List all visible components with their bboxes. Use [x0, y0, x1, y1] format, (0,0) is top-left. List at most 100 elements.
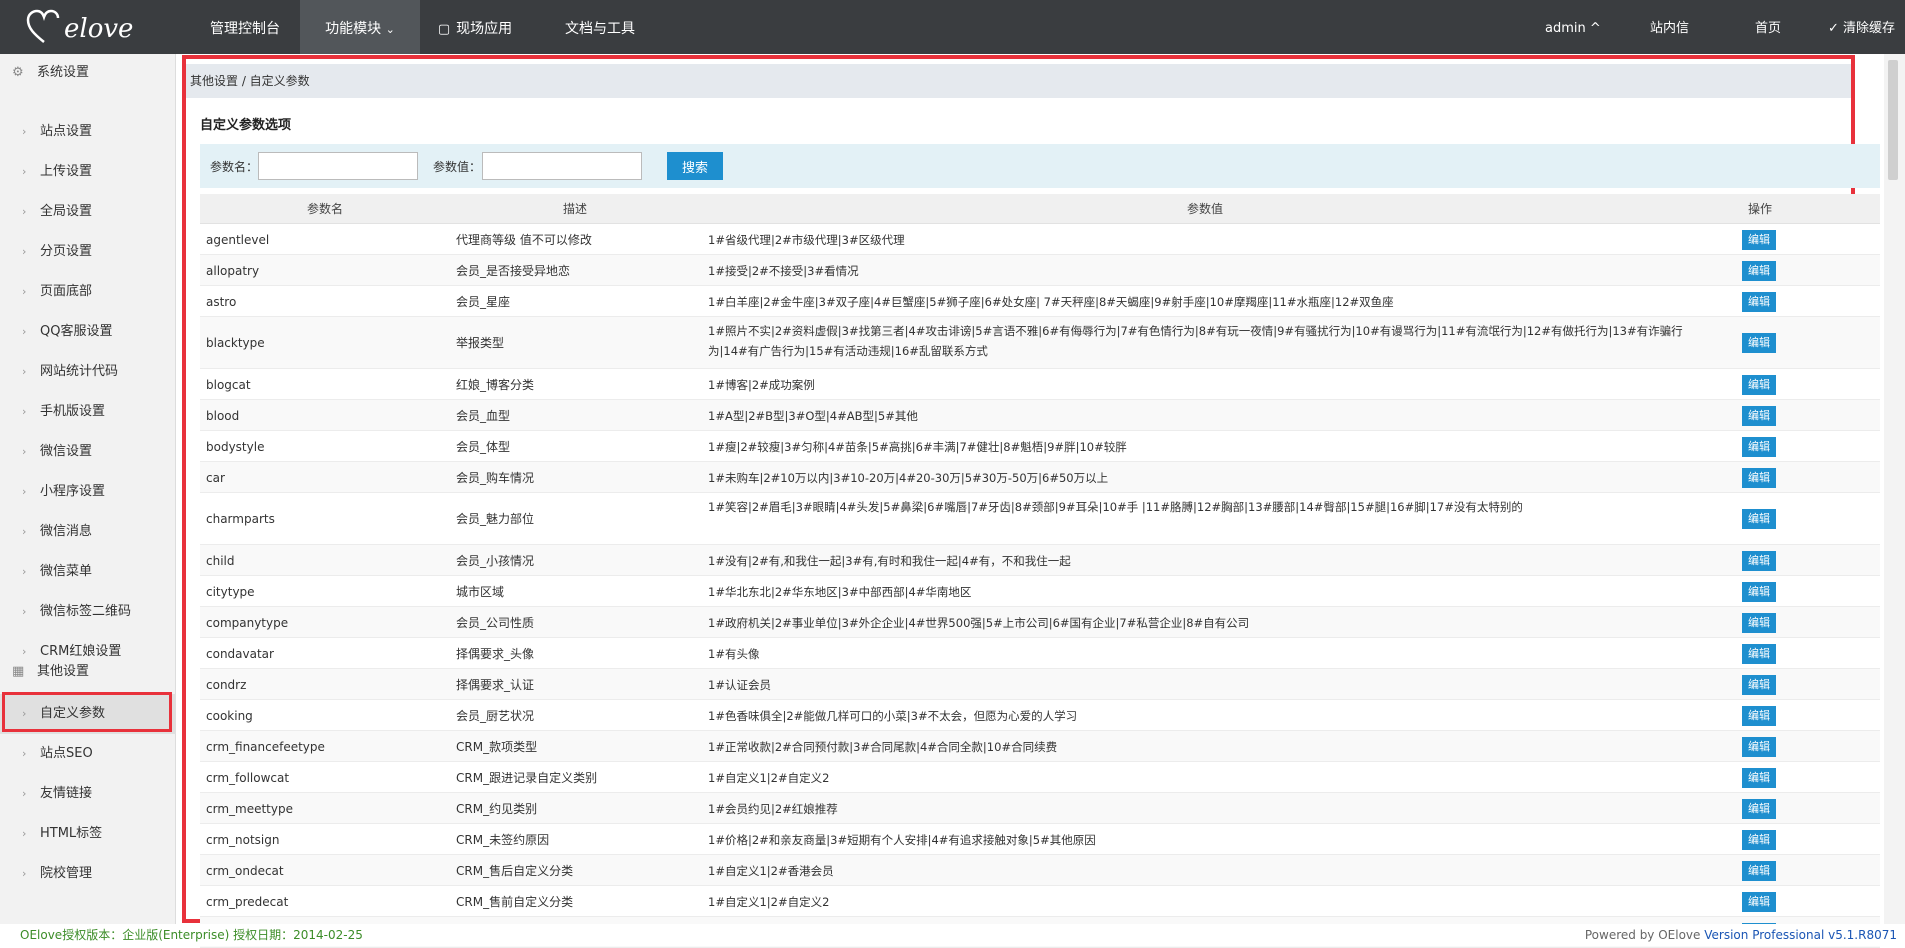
param-value-cell: 1#有头像	[708, 647, 760, 661]
param-name-input[interactable]	[258, 152, 418, 180]
nav-label: 文档与工具	[565, 21, 635, 37]
version-link[interactable]: Version Professional v5.1.R8071	[1704, 928, 1897, 942]
sidebar-item[interactable]: › 友情链接	[0, 774, 176, 814]
edit-button[interactable]: 编辑	[1742, 861, 1776, 881]
box-icon: ▦	[12, 664, 25, 679]
edit-button[interactable]: 编辑	[1742, 437, 1776, 457]
param-desc-cell: 会员_小孩情况	[456, 554, 535, 568]
logo[interactable]: elove	[24, 6, 184, 50]
messages-link[interactable]: 站内信	[1650, 0, 1689, 54]
sidebar-group-label: 其他设置	[37, 664, 90, 679]
gear-icon: ⚙	[12, 65, 24, 80]
edit-button[interactable]: 编辑	[1742, 799, 1776, 819]
sidebar-item[interactable]: › 分页设置	[0, 232, 176, 272]
sidebar-group-system[interactable]: ⚙ 系统设置	[0, 54, 176, 92]
breadcrumb: 其他设置 / 自定义参数	[186, 64, 1851, 98]
edit-button[interactable]: 编辑	[1742, 675, 1776, 695]
sidebar-item[interactable]: › 微信标签二维码	[0, 592, 176, 632]
sidebar-item[interactable]: › 站点设置	[0, 112, 176, 152]
param-name-cell: charmparts	[206, 512, 275, 526]
param-desc-cell: CRM_售前自定义分类	[456, 895, 574, 909]
param-name-cell: bodystyle	[206, 440, 265, 454]
sidebar-item[interactable]: › 网站统计代码	[0, 352, 176, 392]
param-value-cell: 1#省级代理|2#市级代理|3#区级代理	[708, 233, 905, 247]
edit-button[interactable]: 编辑	[1742, 261, 1776, 281]
param-name-cell: crm_notsign	[206, 833, 280, 847]
edit-button[interactable]: 编辑	[1742, 333, 1776, 353]
edit-button[interactable]: 编辑	[1742, 551, 1776, 571]
sidebar-item[interactable]: › 微信菜单	[0, 552, 176, 592]
sidebar-item[interactable]: › 页面底部	[0, 272, 176, 312]
edit-button[interactable]: 编辑	[1742, 830, 1776, 850]
sidebar-group-other[interactable]: ▦ 其他设置	[0, 653, 176, 691]
param-value-cell: 1#照片不实|2#资料虚假|3#找第三者|4#攻击诽谤|5#言语不雅|6#有侮辱…	[708, 324, 1683, 358]
param-name-cell: car	[206, 471, 225, 485]
edit-button[interactable]: 编辑	[1742, 292, 1776, 312]
broom-icon: ✓	[1828, 21, 1839, 36]
param-value-cell: 1#自定义1|2#自定义2	[708, 771, 830, 785]
param-name-cell: crm_predecat	[206, 895, 289, 909]
chevron-right-icon: ›	[22, 787, 27, 800]
admin-menu[interactable]: admin ^	[1545, 0, 1601, 54]
chevron-right-icon: ›	[22, 325, 27, 338]
param-name-label: 参数名：	[210, 160, 259, 174]
nav-label: 管理控制台	[210, 21, 280, 37]
column-header: 操作	[1747, 202, 1772, 216]
nav-dashboard[interactable]: 管理控制台	[190, 0, 300, 54]
sidebar-item[interactable]: › 微信设置	[0, 432, 176, 472]
nav-label: 现场应用	[456, 21, 513, 37]
sidebar-group-label: 系统设置	[37, 65, 90, 80]
table-row: crm_followcat CRM_跟进记录自定义类别 1#自定义1|2#自定义2 编…	[200, 762, 1880, 793]
sidebar-item-label: 上传设置	[40, 164, 93, 179]
sidebar-item[interactable]: › 手机版设置	[0, 392, 176, 432]
chevron-right-icon: ›	[22, 285, 27, 298]
edit-button[interactable]: 编辑	[1742, 582, 1776, 602]
edit-button[interactable]: 编辑	[1742, 892, 1776, 912]
top-navigation-bar: elove 管理控制台 功能模块 ⌄ ▢ 现场应用 文档与工具 admin ^ 站…	[0, 0, 1905, 54]
param-value-cell: 1#A型|2#B型|3#O型|4#AB型|5#其他	[708, 409, 918, 423]
sidebar-item-label: QQ客服设置	[40, 324, 113, 339]
edit-button[interactable]: 编辑	[1742, 230, 1776, 250]
column-header: 参数值	[1186, 202, 1223, 216]
sidebar-item[interactable]: › 小程序设置	[0, 472, 176, 512]
sidebar-item[interactable]: › 微信消息	[0, 512, 176, 552]
sidebar-item[interactable]: › QQ客服设置	[0, 312, 176, 352]
chevron-right-icon: ›	[22, 867, 27, 880]
table-row: crm_financefeetype CRM_款项类型 1#正常收款|2#合同预付款…	[200, 731, 1880, 762]
edit-button[interactable]: 编辑	[1742, 375, 1776, 395]
chevron-right-icon: ›	[22, 205, 27, 218]
sidebar-item-label: 微信菜单	[40, 564, 93, 579]
edit-button[interactable]: 编辑	[1742, 706, 1776, 726]
edit-button[interactable]: 编辑	[1742, 613, 1776, 633]
table-row: allopatry 会员_是否接受异地恋 1#接受|2#不接受|3#看情况 编辑	[200, 255, 1880, 286]
search-button[interactable]: 搜索	[667, 152, 723, 180]
param-value-input[interactable]	[482, 152, 642, 180]
sidebar-item-label: 站点SEO	[40, 746, 93, 761]
sidebar-item-label: 小程序设置	[40, 484, 106, 499]
nav-live-apps[interactable]: ▢ 现场应用	[420, 0, 530, 54]
nav-label: 功能模块	[325, 21, 382, 37]
scrollbar-track[interactable]	[1884, 54, 1905, 924]
sidebar-item[interactable]: › HTML标签	[0, 814, 176, 854]
home-link[interactable]: 首页	[1755, 0, 1781, 54]
table-row: condrz 择偶要求_认证 1#认证会员 编辑	[200, 669, 1880, 700]
clear-cache-label: 清除缓存	[1843, 21, 1896, 36]
nav-docs-tools[interactable]: 文档与工具	[545, 0, 655, 54]
scrollbar-thumb[interactable]	[1888, 60, 1898, 180]
param-desc-cell: CRM_跟进记录自定义类别	[456, 771, 598, 785]
table-row: citytype 城市区域 1#华北东北|2#华东地区|3#中部西部|4#华南地区 编…	[200, 576, 1880, 607]
sidebar-item[interactable]: › 院校管理	[0, 854, 176, 894]
edit-button[interactable]: 编辑	[1742, 644, 1776, 664]
nav-modules[interactable]: 功能模块 ⌄	[300, 0, 420, 54]
edit-button[interactable]: 编辑	[1742, 768, 1776, 788]
clear-cache-link[interactable]: ✓ 清除缓存	[1828, 0, 1895, 54]
sidebar-item[interactable]: › 上传设置	[0, 152, 176, 192]
edit-button[interactable]: 编辑	[1742, 509, 1776, 529]
sidebar-item[interactable]: › 全局设置	[0, 192, 176, 232]
edit-button[interactable]: 编辑	[1742, 406, 1776, 426]
param-name-cell: blood	[206, 409, 240, 423]
edit-button[interactable]: 编辑	[1742, 468, 1776, 488]
edit-button[interactable]: 编辑	[1742, 737, 1776, 757]
sidebar-item[interactable]: › 站点SEO	[0, 734, 176, 774]
heart-logo-icon	[26, 9, 60, 43]
